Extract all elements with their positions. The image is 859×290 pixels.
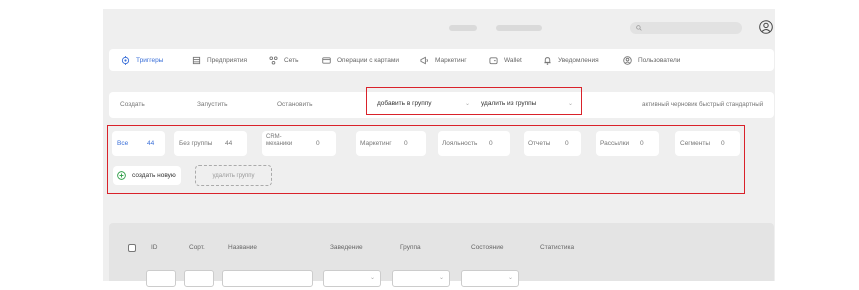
create-button[interactable]: Создать — [120, 101, 145, 108]
search-icon — [636, 25, 642, 31]
nav-label: Wallet — [504, 56, 522, 64]
group-chip-all[interactable]: Все 44 — [112, 131, 165, 156]
building-icon — [192, 56, 201, 64]
megaphone-icon — [420, 56, 428, 64]
group-label: CRM- механики — [266, 134, 293, 147]
nav-item-enterprises[interactable]: Предприятия — [192, 49, 247, 71]
blurred-text — [496, 25, 542, 31]
group-chip-loyalty[interactable]: Лояльность 0 — [438, 131, 510, 156]
group-label: Лояльность — [442, 140, 478, 147]
profile-icon[interactable] — [759, 20, 773, 34]
nav-label: Пользователи — [638, 56, 681, 64]
group-chip-mailings[interactable]: Рассылки 0 — [596, 131, 659, 156]
target-icon — [121, 55, 130, 65]
nav-item-notifications[interactable]: Уведомления — [543, 49, 599, 71]
group-count: 0 — [316, 140, 320, 147]
nav-item-network[interactable]: Сеть — [269, 49, 298, 71]
group-count: 0 — [489, 140, 493, 147]
stop-button[interactable]: Остановить — [277, 101, 312, 108]
group-label: Рассылки — [600, 140, 630, 147]
group-label: Без группы — [179, 140, 213, 147]
create-group-button[interactable]: создать новую — [113, 166, 181, 185]
nav-item-marketing[interactable]: Маркетинг — [420, 49, 467, 71]
nav-item-triggers[interactable]: Триггеры — [121, 49, 163, 71]
nav-label: Триггеры — [136, 56, 164, 64]
create-group-label: создать новую — [132, 172, 176, 179]
nav-item-wallet[interactable]: Wallet — [489, 49, 522, 71]
delete-group-label: удалить группу — [212, 172, 255, 179]
network-icon — [269, 55, 278, 65]
nav-label: Предприятия — [207, 56, 247, 64]
nav-item-card-operations[interactable]: Операции с картами — [322, 49, 399, 71]
top-bar — [103, 9, 775, 46]
highlight-group-selects — [366, 87, 582, 115]
group-count: 0 — [404, 140, 408, 147]
wallet-icon — [489, 56, 498, 64]
group-chip-marketing[interactable]: Маркетинг 0 — [356, 131, 426, 156]
bell-icon — [544, 56, 551, 65]
group-chip-segments[interactable]: Сегменты 0 — [675, 131, 740, 156]
group-count: 0 — [565, 140, 569, 147]
group-chip-reports[interactable]: Отчеты 0 — [524, 131, 581, 156]
group-count: 44 — [225, 140, 233, 147]
nav-label: Уведомления — [558, 56, 599, 64]
nav-item-users[interactable]: Пользователи — [623, 49, 680, 71]
group-label: Сегменты — [680, 140, 711, 147]
group-label: Отчеты — [528, 140, 551, 147]
delete-group-button[interactable]: удалить группу — [195, 165, 272, 186]
start-button[interactable]: Запустить — [197, 101, 227, 108]
nav-label: Сеть — [284, 56, 299, 64]
group-count: 44 — [147, 140, 155, 147]
group-label: Маркетинг — [360, 140, 392, 147]
group-chip-ungrouped[interactable]: Без группы 44 — [174, 131, 247, 156]
group-count: 0 — [640, 140, 644, 147]
group-count: 0 — [721, 140, 725, 147]
nav-label: Операции с картами — [337, 56, 399, 64]
main-nav: Триггеры Предприятия Сеть Операции с кар… — [109, 49, 774, 71]
search-input[interactable] — [630, 22, 742, 34]
plus-circle-icon — [117, 171, 126, 180]
users-icon — [623, 55, 632, 65]
nav-label: Маркетинг — [435, 56, 467, 64]
blurred-text — [449, 25, 477, 31]
status-filters[interactable]: активный черновик быстрый стандартный — [642, 101, 763, 108]
group-label: Все — [117, 140, 129, 147]
group-chip-crm[interactable]: CRM- механики 0 — [262, 131, 336, 156]
card-icon — [322, 56, 331, 64]
